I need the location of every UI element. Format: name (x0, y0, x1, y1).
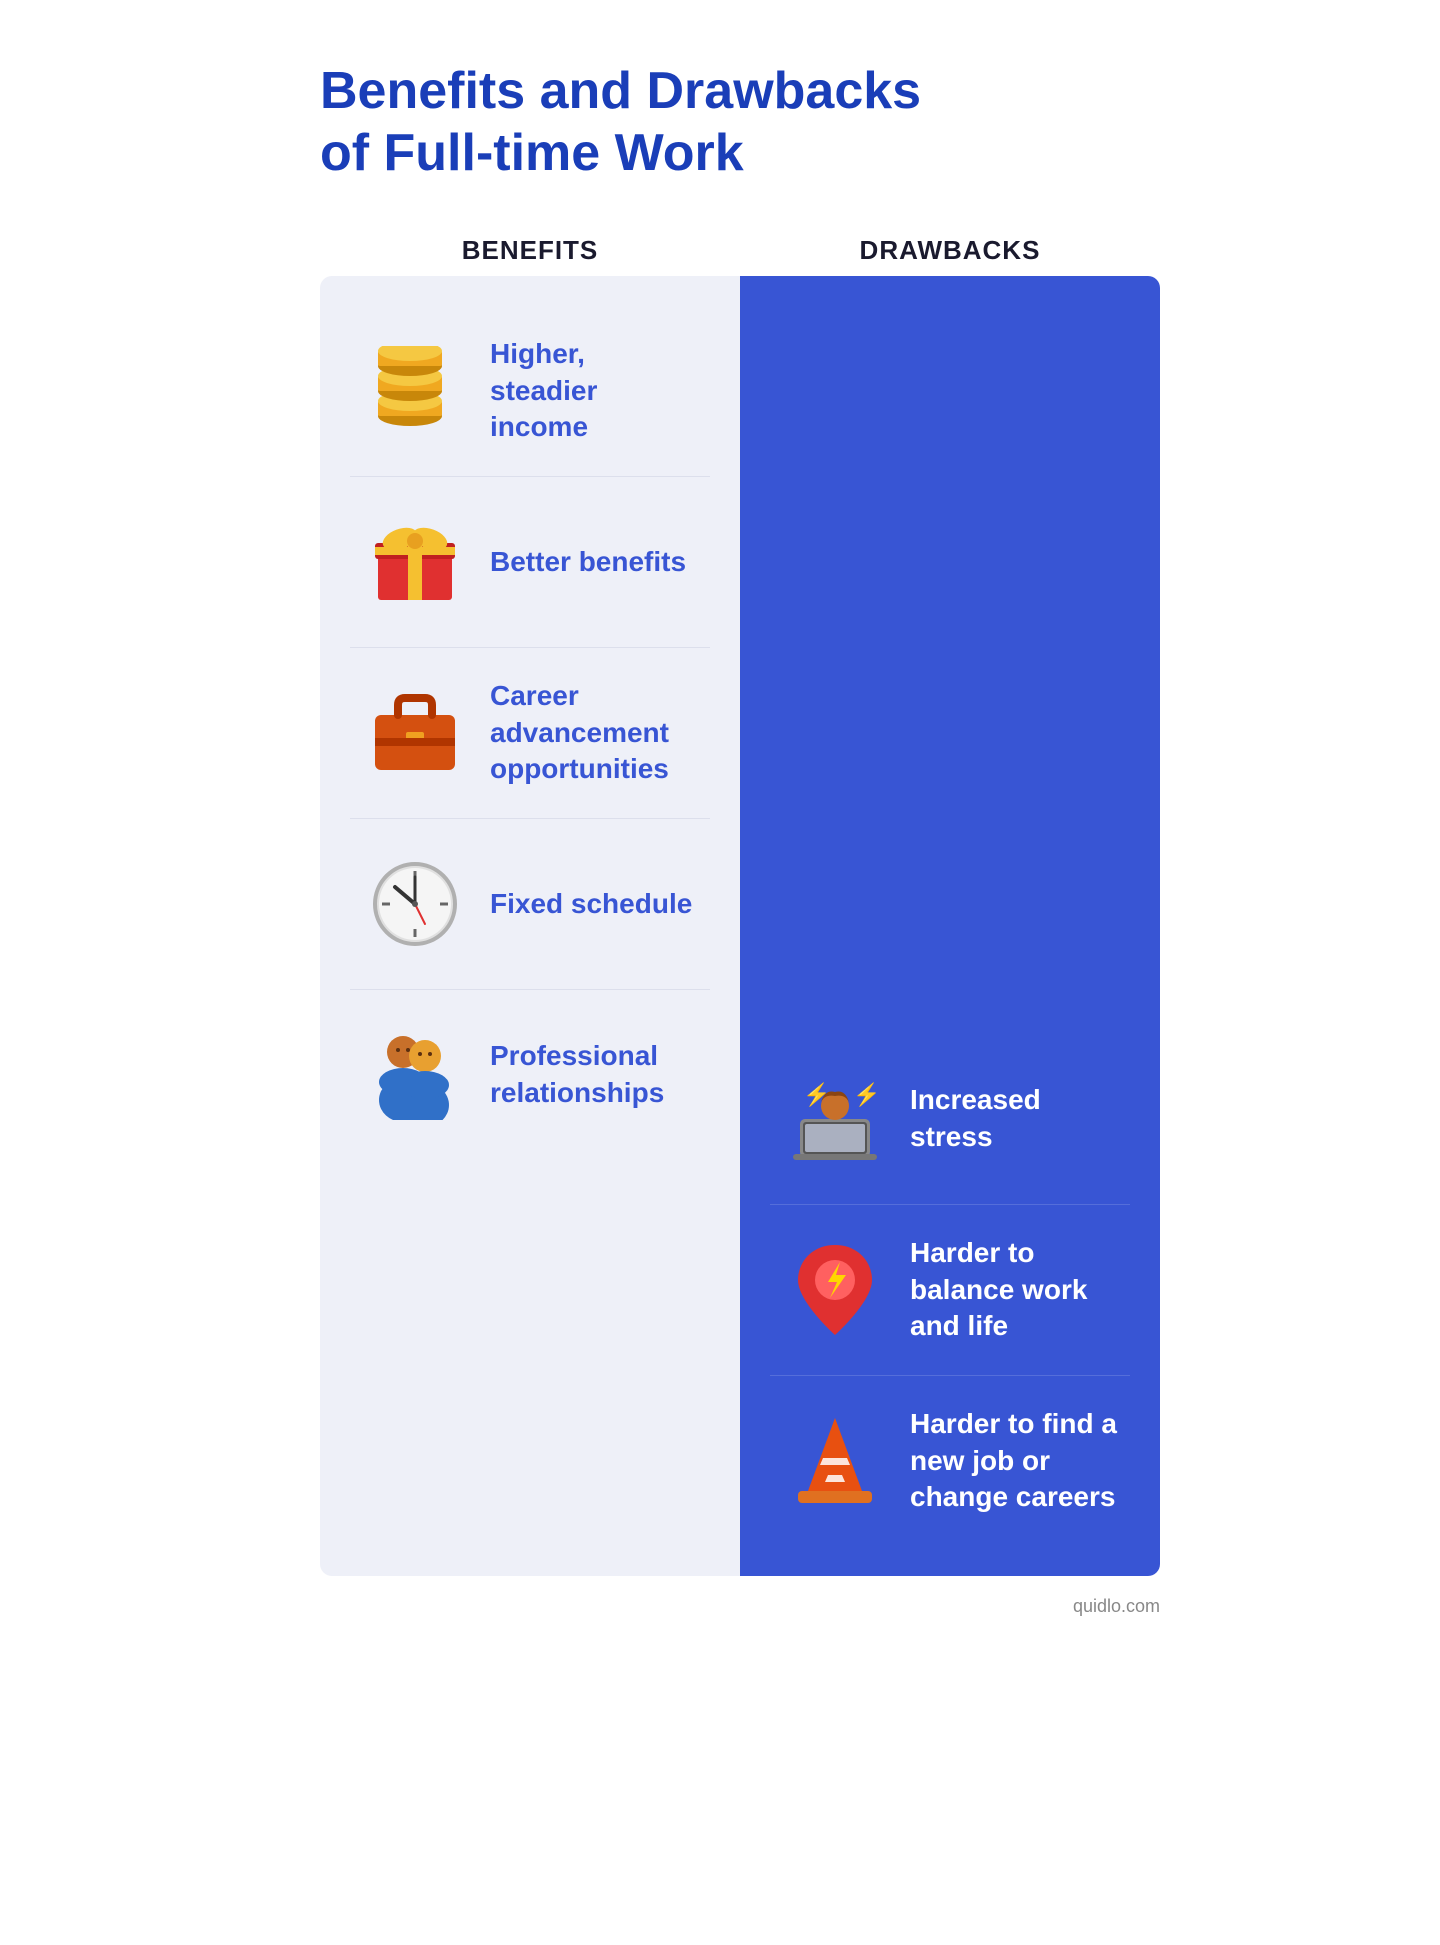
cone-icon (780, 1406, 890, 1516)
benefit-item-career: Career advancement opportunities (350, 648, 710, 819)
benefit-item-professional: Professional relationships (350, 990, 710, 1160)
drawback-item-career-change: Harder to find a new job or change caree… (770, 1376, 1130, 1546)
location-icon (780, 1235, 890, 1345)
main-title: Benefits and Drawbacks of Full-time Work (320, 60, 1160, 185)
benefit-item-income: Higher, steadier income (350, 306, 710, 477)
benefit-professional-text: Professional relationships (490, 1038, 700, 1111)
stress-icon: ⚡ ⚡ (780, 1064, 890, 1174)
benefit-item-benefits: Better benefits (350, 477, 710, 648)
drawbacks-header: DRAWBACKS (740, 235, 1160, 266)
page-wrapper: Benefits and Drawbacks of Full-time Work… (240, 0, 1200, 1677)
benefit-item-schedule: Fixed schedule (350, 819, 710, 990)
columns-header: BENEFITS DRAWBACKS (320, 235, 1160, 266)
benefit-schedule-text: Fixed schedule (490, 886, 692, 922)
drawback-career-change-text: Harder to find a new job or change caree… (910, 1406, 1120, 1515)
columns-container: Higher, steadier income (320, 276, 1160, 1576)
svg-text:⚡: ⚡ (853, 1082, 880, 1108)
benefit-career-text: Career advancement opportunities (490, 678, 700, 787)
coins-icon (360, 336, 470, 446)
drawback-balance-text: Harder to balance work and life (910, 1235, 1120, 1344)
svg-text:⚡: ⚡ (803, 1082, 830, 1108)
footer-credit: quidlo.com (320, 1596, 1160, 1617)
benefits-column: Higher, steadier income (320, 276, 740, 1576)
people-icon (360, 1020, 470, 1130)
drawback-item-stress: ⚡ ⚡ Increased stress (770, 1034, 1130, 1205)
drawback-stress-text: Increased stress (910, 1082, 1120, 1155)
drawbacks-column: ⚡ ⚡ Increased stress (740, 276, 1160, 1576)
briefcase-icon (360, 678, 470, 788)
clock-icon (360, 849, 470, 959)
gift-icon (360, 507, 470, 617)
benefit-income-text: Higher, steadier income (490, 336, 700, 445)
drawback-item-balance: Harder to balance work and life (770, 1205, 1130, 1376)
benefit-benefits-text: Better benefits (490, 544, 686, 580)
benefits-header: BENEFITS (320, 235, 740, 266)
drawback-spacer (770, 306, 1130, 1034)
